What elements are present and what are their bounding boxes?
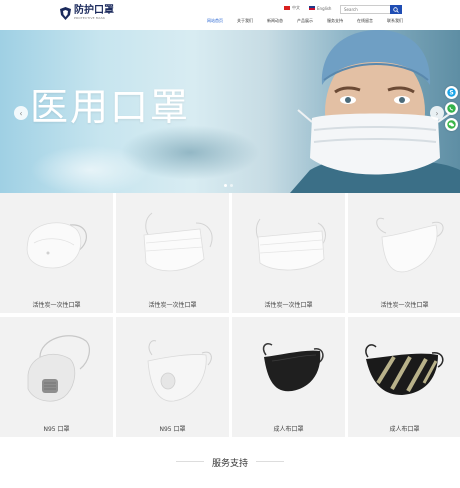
site-logo[interactable]: 防护口罩 PROTECTIVE MASK [60, 6, 114, 20]
uk-flag-icon [309, 6, 315, 10]
section-title: 服务支持 [211, 459, 248, 469]
skype-icon: S [447, 88, 456, 97]
product-name: 活性炭一次性口罩 [148, 302, 197, 309]
main-nav: 网站首页 关于我们 新闻动态 产品展示 服务支持 在线留言 联系我们 [200, 18, 410, 24]
product-card[interactable]: 活性炭一次性口罩 [116, 193, 229, 313]
product-name: 成人布口罩 [273, 426, 304, 433]
cup-mask-image [26, 222, 87, 269]
banner-dot[interactable] [224, 184, 227, 187]
product-name: N95 口罩 [159, 426, 186, 433]
svg-text:S: S [449, 90, 453, 97]
banner-dot[interactable] [230, 184, 233, 187]
product-card[interactable]: 成人布口罩 [232, 317, 345, 437]
nav-message[interactable]: 在线留言 [350, 18, 380, 24]
product-name: N95 口罩 [43, 426, 70, 433]
valve-mask-image [147, 340, 212, 402]
cloth-mask-image [262, 343, 324, 392]
shaped-mask-image [376, 217, 444, 273]
product-grid: 活性炭一次性口罩 活性炭一次性口罩 活性炭一次性口罩 活性炭一次性口罩 N95 … [0, 193, 460, 437]
product-card[interactable]: 活性炭一次性口罩 [348, 193, 460, 313]
lang-label: English [317, 5, 332, 11]
nav-news[interactable]: 新闻动态 [260, 18, 290, 24]
search-input[interactable] [340, 5, 390, 14]
lang-chinese[interactable]: 中文 [284, 5, 300, 11]
product-name: 活性炭一次性口罩 [380, 302, 429, 309]
nav-home[interactable]: 网站首页 [200, 18, 230, 24]
skype-button[interactable]: S [445, 86, 458, 99]
hero-banner: 医用口罩 ‹ › [0, 30, 460, 193]
cloth-mask-image [365, 344, 444, 395]
site-header: 防护口罩 PROTECTIVE MASK 中文 English 网站首页 关于我… [0, 0, 460, 30]
wechat-icon [447, 120, 456, 129]
valve-mask-image [27, 335, 90, 402]
nav-contact[interactable]: 联系我们 [380, 18, 410, 24]
product-card[interactable]: 活性炭一次性口罩 [0, 193, 113, 313]
banner-prev-button[interactable]: ‹ [14, 106, 28, 120]
language-switcher: 中文 English [284, 5, 331, 11]
product-name: 成人布口罩 [389, 426, 420, 433]
title-divider [256, 461, 284, 462]
shield-logo-icon [60, 6, 71, 20]
lang-english[interactable]: English [309, 5, 331, 11]
nav-about[interactable]: 关于我们 [230, 18, 260, 24]
chevron-left-icon: ‹ [19, 108, 23, 118]
wechat-button[interactable] [445, 118, 458, 131]
logo-subtext: PROTECTIVE MASK [74, 16, 106, 20]
lang-label: 中文 [292, 5, 300, 10]
product-card[interactable]: N95 口罩 [116, 317, 229, 437]
product-card[interactable]: 成人布口罩 [348, 317, 460, 437]
banner-next-button[interactable]: › [430, 106, 444, 120]
whatsapp-icon [447, 104, 456, 113]
search-icon [393, 6, 399, 13]
chevron-right-icon: › [435, 108, 439, 118]
product-name: 活性炭一次性口罩 [32, 302, 81, 309]
search-box [340, 5, 402, 14]
service-section: 服务支持 [0, 440, 460, 488]
whatsapp-button[interactable] [445, 102, 458, 115]
flat-mask-image [255, 218, 326, 271]
banner-background-blur [30, 145, 150, 193]
banner-pagination [224, 184, 233, 187]
product-name: 活性炭一次性口罩 [264, 302, 313, 309]
flat-mask-image [143, 212, 213, 272]
nav-service[interactable]: 服务支持 [320, 18, 350, 24]
product-card[interactable]: N95 口罩 [0, 317, 113, 437]
logo-text: 防护口罩 [74, 5, 114, 16]
banner-title: 医用口罩 [30, 85, 191, 129]
search-button[interactable] [390, 5, 402, 14]
china-flag-icon [284, 6, 290, 10]
nav-products[interactable]: 产品展示 [290, 18, 320, 24]
product-card[interactable]: 活性炭一次性口罩 [232, 193, 345, 313]
floating-contact-bar: S [445, 86, 458, 131]
